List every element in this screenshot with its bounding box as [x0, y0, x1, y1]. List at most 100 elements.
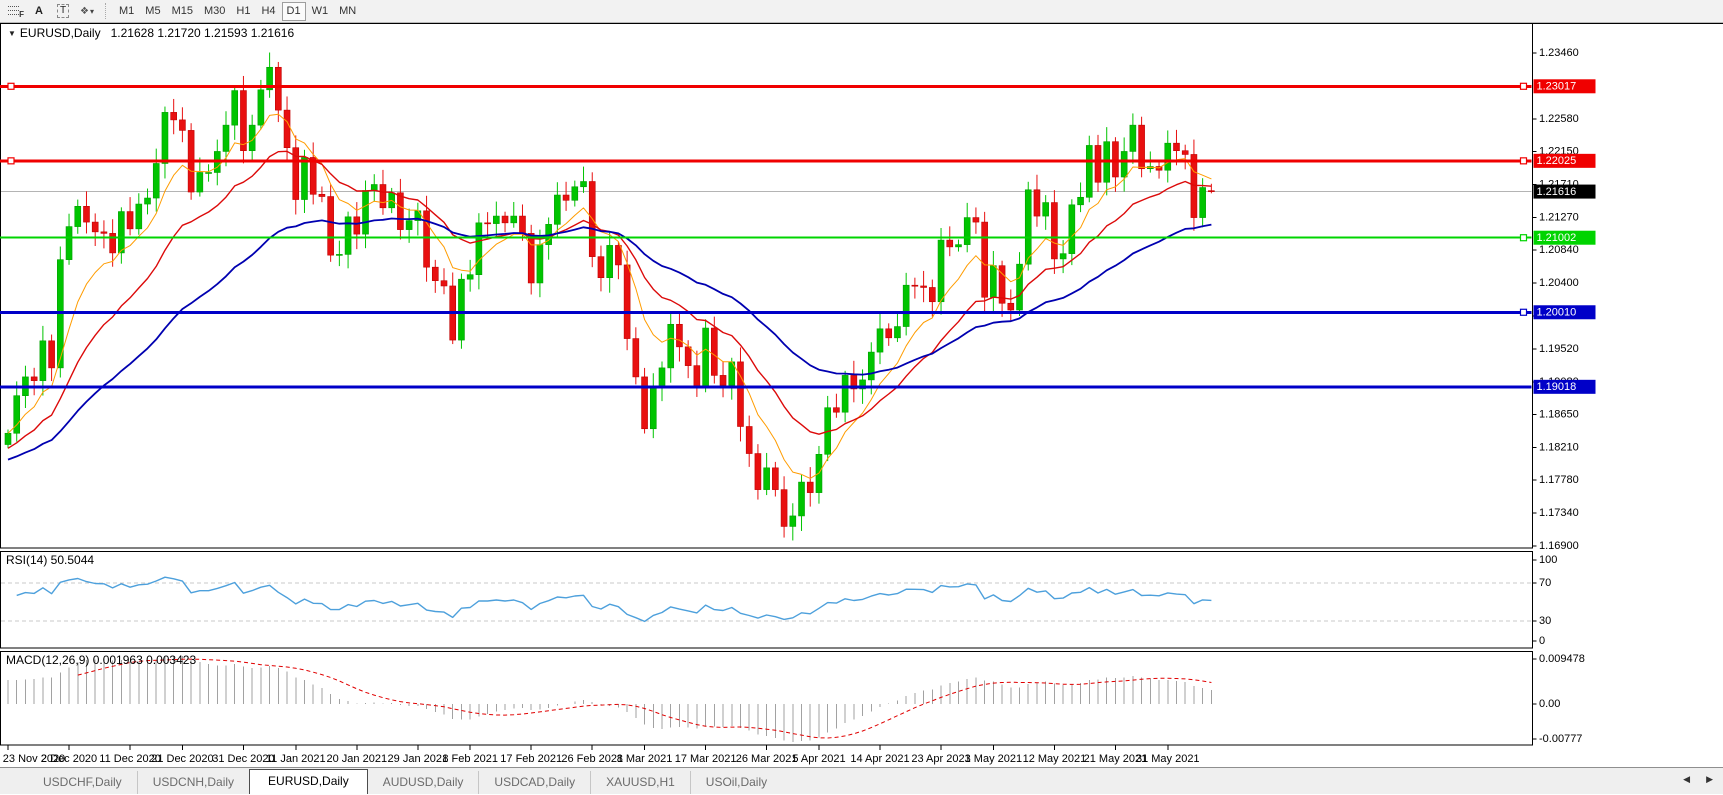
tab-usdchf-daily[interactable]: USDCHF,Daily: [28, 771, 137, 794]
candle-body: [1095, 145, 1101, 182]
candle-body: [493, 216, 499, 224]
tab-xauusd-h1[interactable]: XAUUSD,H1: [590, 771, 690, 794]
timeframe-button-MN[interactable]: MN: [334, 2, 361, 21]
candle-body: [528, 233, 534, 283]
candle-body: [1078, 197, 1084, 205]
candle-body: [310, 157, 316, 194]
candle-body: [642, 377, 648, 429]
candle-body: [607, 245, 613, 277]
candle-body: [14, 396, 20, 434]
top-toolbar: F A T ❖ ▾ M1M5M15M30H1H4D1W1MN: [0, 0, 1723, 23]
candle-body: [49, 341, 55, 368]
chevron-down-icon: ▾: [90, 7, 94, 16]
timeframe-button-group: M1M5M15M30H1H4D1W1MN: [114, 2, 361, 21]
tab-eurusd-daily[interactable]: EURUSD,Daily: [249, 769, 368, 794]
date-axis-label: 26 Feb 2021: [561, 753, 623, 765]
candle-body: [982, 222, 988, 297]
timeframe-button-M5[interactable]: M5: [140, 2, 165, 21]
candle-body: [319, 194, 325, 196]
price-axis-label: 1.18650: [1539, 408, 1579, 420]
date-axis-label: 17 Mar 2021: [675, 753, 737, 765]
arrows-tool-button[interactable]: ❖ ▾: [76, 2, 98, 21]
candle-body: [633, 339, 639, 377]
chart-canvas[interactable]: 1.234601.225801.221501.217101.212701.208…: [0, 23, 1723, 767]
arrows-icon: ❖: [80, 6, 89, 17]
price-axis-label: 1.20400: [1539, 277, 1579, 289]
line-handle[interactable]: [1521, 83, 1527, 89]
candle-body: [1112, 142, 1118, 177]
tab-audusd-daily[interactable]: AUDUSD,Daily: [368, 771, 479, 794]
candle-body: [572, 187, 578, 201]
tab-usdcnh-daily[interactable]: USDCNH,Daily: [137, 771, 249, 794]
candle-body: [66, 227, 72, 260]
date-axis-label: 11 Jan 2021: [266, 753, 326, 765]
candle-body: [772, 468, 778, 490]
timeframe-button-M30[interactable]: M30: [199, 2, 230, 21]
candle-body: [781, 490, 787, 527]
candle-body: [676, 324, 682, 347]
fibonacci-tool-button[interactable]: F: [4, 2, 26, 21]
candle-body: [31, 377, 37, 381]
candle-body: [964, 218, 970, 245]
price-label-text: 1.23017: [1537, 81, 1577, 93]
candle-body: [458, 279, 464, 340]
price-axis-label: 1.22580: [1539, 113, 1579, 125]
tab-scroll-controls: ◀ ▶: [1683, 774, 1713, 785]
candle-body: [118, 212, 124, 253]
date-axis-label: 8 Mar 2021: [617, 753, 673, 765]
price-label-text: 1.21002: [1537, 232, 1577, 244]
scroll-left-icon[interactable]: ◀: [1683, 774, 1690, 785]
date-axis-label: 20 Jan 2021: [327, 753, 388, 765]
candle-body: [668, 324, 674, 368]
timeframe-button-M15[interactable]: M15: [167, 2, 198, 21]
candle-body: [363, 191, 369, 235]
date-axis-label: 17 Feb 2021: [500, 753, 562, 765]
timeframe-button-W1[interactable]: W1: [307, 2, 334, 21]
line-handle[interactable]: [8, 158, 14, 164]
candle-body: [110, 233, 116, 253]
candle-body: [1008, 303, 1014, 310]
timeframe-button-D1[interactable]: D1: [282, 2, 306, 21]
line-handle[interactable]: [8, 83, 14, 89]
rsi-axis-label: 100: [1539, 554, 1557, 566]
candle-body: [441, 281, 447, 286]
text-label-tool-button[interactable]: T: [52, 2, 74, 21]
candle-body: [519, 216, 525, 233]
timeframe-button-H1[interactable]: H1: [231, 2, 255, 21]
text-tool-button[interactable]: A: [28, 2, 50, 21]
candle-body: [162, 112, 168, 163]
timeframe-button-M1[interactable]: M1: [114, 2, 139, 21]
date-axis-label: 8 Feb 2021: [442, 753, 498, 765]
candle-body: [223, 125, 229, 151]
line-handle[interactable]: [1521, 158, 1527, 164]
candle-body: [1069, 205, 1075, 254]
candle-body: [1182, 151, 1188, 155]
candle-body: [1130, 125, 1136, 151]
price-axis-label: 1.17340: [1539, 507, 1579, 519]
date-axis-label: 5 Apr 2021: [792, 753, 845, 765]
price-axis-label: 1.17780: [1539, 474, 1579, 486]
candle-body: [938, 240, 944, 302]
candle-body: [973, 218, 979, 223]
chart-title: ▼EURUSD,Daily1.21628 1.21720 1.21593 1.2…: [8, 26, 294, 40]
candle-body: [153, 163, 159, 198]
tab-usdcad-daily[interactable]: USDCAD,Daily: [478, 771, 590, 794]
candle-body: [1051, 203, 1057, 259]
candle-body: [75, 206, 81, 226]
line-handle[interactable]: [1521, 235, 1527, 241]
candle-body: [1060, 254, 1066, 259]
line-handle[interactable]: [1521, 309, 1527, 315]
candle-body: [406, 221, 412, 230]
tab-strip: USDCHF,DailyUSDCNH,DailyEURUSD,DailyAUDU…: [28, 769, 782, 794]
date-axis-label: 12 May 2021: [1023, 753, 1087, 765]
candle-body: [554, 195, 560, 224]
chart-title-symbol: EURUSD,Daily: [20, 26, 101, 40]
timeframe-button-H4[interactable]: H4: [256, 2, 280, 21]
candle-body: [171, 112, 177, 120]
tab-usoil-daily[interactable]: USOil,Daily: [690, 771, 782, 794]
chart-title-ohlc: 1.21628 1.21720 1.21593 1.21616: [111, 26, 295, 40]
scroll-right-icon[interactable]: ▶: [1706, 774, 1713, 785]
price-axis-label: 1.21270: [1539, 211, 1579, 223]
candle-body: [659, 368, 665, 388]
rsi-pane: [1, 552, 1533, 649]
